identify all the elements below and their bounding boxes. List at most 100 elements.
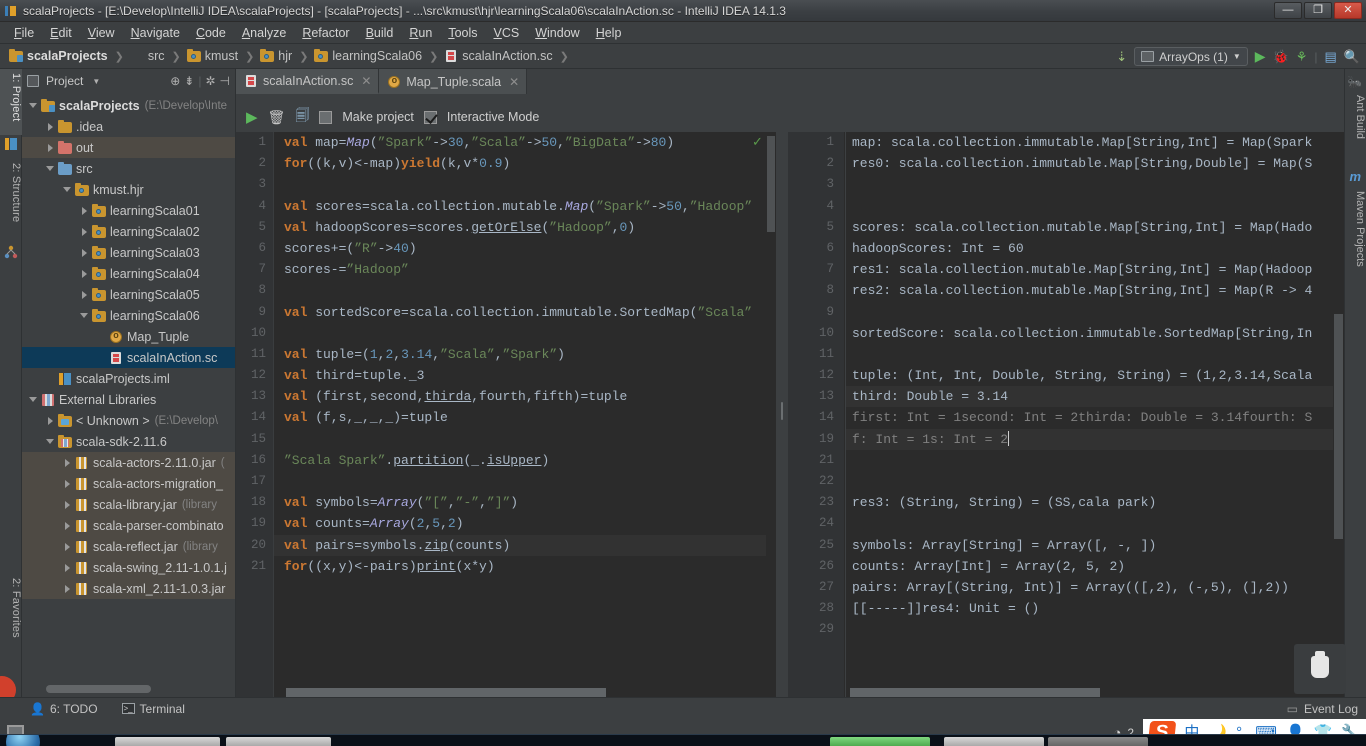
taskbar-item[interactable] [115,737,220,746]
bottom-item-todo[interactable]: 👤 6: TODO [0,702,110,716]
tree-node[interactable]: .idea [22,116,235,137]
code-line[interactable]: val counts=Array(2,5,2) [274,513,766,534]
tree-node[interactable]: scalaProjects.iml [22,368,235,389]
run-icon[interactable]: ▶ [1255,48,1266,65]
debug-icon[interactable]: 🐞 [1273,49,1289,65]
chevron-down-icon[interactable] [28,394,39,405]
code-line[interactable] [274,280,766,301]
gear-icon[interactable]: ✲ [205,74,215,88]
collapse-all-icon[interactable]: ⇟ [184,74,194,88]
editor-tab-map-tuple-scala[interactable]: Map_Tuple.scala ✕ [379,69,528,94]
close-icon[interactable]: ✕ [361,74,371,88]
editor-code-area[interactable]: val map=Map(”Spark”->30,”Scala”->50,”Big… [274,132,766,697]
breadcrumb-item-learningscala06[interactable]: learningScala06 [311,46,424,67]
taskbar-item[interactable] [830,737,930,746]
output-horizontal-scrollbar[interactable] [850,688,1100,697]
chevron-right-icon[interactable] [79,247,90,258]
menu-item-refactor[interactable]: Refactor [294,24,357,42]
menu-item-tools[interactable]: Tools [440,24,485,42]
inspection-status-icon[interactable]: ✓ [752,135,764,148]
code-line[interactable]: val sortedScore=scala.collection.immutab… [274,302,766,323]
chevron-right-icon[interactable] [79,268,90,279]
code-line[interactable]: val tuple=(1,2,3.14,”Scala”,”Spark”) [274,344,766,365]
code-line[interactable]: val third=tuple._3 [274,365,766,386]
menu-item-analyze[interactable]: Analyze [234,24,294,42]
code-line[interactable]: val (f,s,_,_,_)=tuple [274,407,766,428]
menu-item-view[interactable]: View [80,24,123,42]
code-line[interactable] [274,471,766,492]
tree-node[interactable]: scala-reflect.jar (library [22,536,235,557]
sidebar-item-maven-projects[interactable]: Maven Projects [1344,187,1366,285]
menu-item-help[interactable]: Help [588,24,630,42]
make-project-checkbox[interactable] [319,110,333,124]
chevron-right-icon[interactable] [62,499,73,510]
chevron-down-icon[interactable] [28,100,39,111]
event-log-area[interactable]: ▭ Event Log [1287,702,1366,716]
tree-node[interactable]: scala-actors-migration_ [22,473,235,494]
tree-node[interactable]: scala-xml_2.11-1.0.3.jar [22,578,235,599]
code-line[interactable] [274,174,766,195]
editor-gutter[interactable]: 1 2 3 4 5 6 7 8 9 10 11 12 13 14 15 16 17 18 19 20 21 [236,132,274,697]
menu-item-file[interactable]: File [6,24,42,42]
code-line[interactable]: for((x,y)<-pairs)print(x*y) [274,556,766,577]
tree-node[interactable]: learningScala03 [22,242,235,263]
chevron-right-icon[interactable] [79,226,90,237]
chevron-right-icon[interactable] [45,121,56,132]
code-line[interactable]: val symbols=Array(”[”,”-”,”]”) [274,492,766,513]
tree-node[interactable]: learningScala05 [22,284,235,305]
tree-node[interactable]: scala-actors-2.11.0.jar ( [22,452,235,473]
run-configuration-selector[interactable]: ArrayOps (1) ▼ [1134,47,1248,66]
interactive-mode-checkbox[interactable] [423,110,437,124]
chevron-right-icon[interactable] [62,520,73,531]
sidebar-item-structure[interactable]: 2: Structure [0,159,22,241]
run-icon[interactable]: ▶ [246,108,258,126]
copy-icon[interactable]: 🗐 [295,105,309,129]
code-line[interactable]: val scores=scala.collection.mutable.Map(… [274,196,766,217]
menu-item-code[interactable]: Code [188,24,234,42]
search-icon[interactable]: 🔍 [1344,49,1360,65]
breadcrumb-item-scalainaction-sc[interactable]: scalaInAction.sc [441,46,554,67]
chevron-down-icon[interactable] [45,163,56,174]
tree-node[interactable]: learningScala01 [22,200,235,221]
editor-tab-scalainaction-sc[interactable]: scalaInAction.sc ✕ [236,69,380,94]
chevron-down-icon[interactable] [45,436,56,447]
tree-node[interactable]: Map_Tuple [22,326,235,347]
chevron-right-icon[interactable] [45,415,56,426]
code-line[interactable]: ”Scala Spark”.partition(_.isUpper) [274,450,766,471]
tree-node[interactable]: kmust.hjr [22,179,235,200]
sort-numeric-icon[interactable]: ⇣ [1116,49,1127,65]
breadcrumb-item-kmust[interactable]: kmust [184,46,240,67]
trash-icon[interactable]: 🗑 [268,109,286,126]
tree-node[interactable]: scala-library.jar (library [22,494,235,515]
chevron-right-icon[interactable] [62,457,73,468]
tree-node[interactable]: scala-sdk-2.11.6 [22,431,235,452]
chevron-right-icon[interactable] [62,583,73,594]
project-tree[interactable]: scalaProjects (E:\Develop\Inte .idea out src… [22,95,235,679]
output-vertical-scrollbar[interactable] [1333,132,1344,697]
code-line[interactable]: scores-=”Hadoop” [274,259,766,280]
taskbar-item[interactable] [944,737,1044,746]
editor-horizontal-scrollbar[interactable] [286,688,606,697]
menu-item-run[interactable]: Run [401,24,440,42]
code-line[interactable]: val map=Map(”Spark”->30,”Scala”->50,”Big… [274,132,766,153]
breadcrumb-item-src[interactable]: src [127,46,167,67]
code-line[interactable] [274,323,766,344]
chevron-down-icon[interactable]: ▼ [92,77,100,86]
chevron-right-icon[interactable] [62,478,73,489]
breadcrumb-item-hjr[interactable]: hjr [257,46,294,67]
tree-node[interactable]: scala-parser-combinato [22,515,235,536]
code-line[interactable]: val (first,second,thirda,fourth,fifth)=t… [274,386,766,407]
maximize-button[interactable]: ❐ [1304,2,1332,19]
run-coverage-icon[interactable]: ⚘ [1296,49,1308,65]
code-editor[interactable]: 1 2 3 4 5 6 7 8 9 10 11 12 13 14 15 16 17 18 19 20 21 val ma… [236,132,776,697]
tree-node[interactable]: scalaInAction.sc [22,347,235,368]
menu-item-window[interactable]: Window [527,24,587,42]
tree-node[interactable]: < Unknown > (E:\Develop\ [22,410,235,431]
menu-item-navigate[interactable]: Navigate [123,24,188,42]
breadcrumb-item-scalaprojects[interactable]: scalaProjects [6,46,110,67]
hide-panel-icon[interactable]: ⊣ [220,74,230,88]
chevron-right-icon[interactable] [62,562,73,573]
tree-node[interactable]: External Libraries [22,389,235,410]
project-structure-icon[interactable]: ▤ [1325,49,1337,65]
menu-item-vcs[interactable]: VCS [486,24,528,42]
